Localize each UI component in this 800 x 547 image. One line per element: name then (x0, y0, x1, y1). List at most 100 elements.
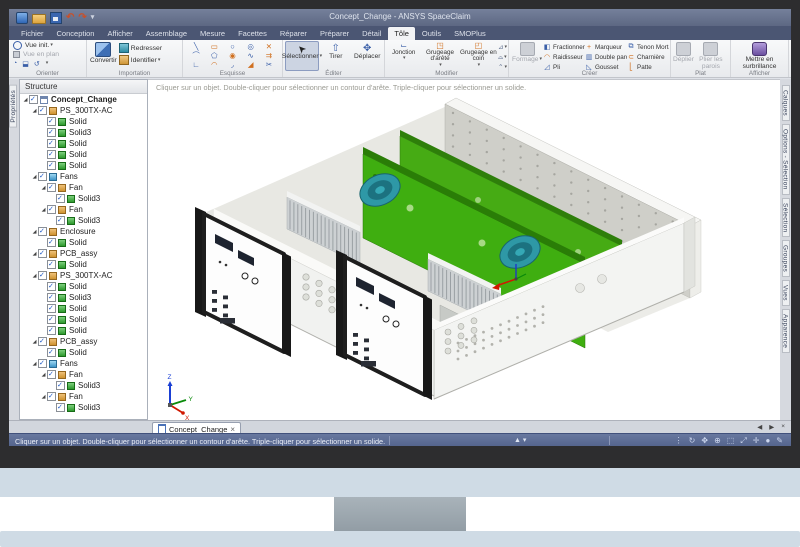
tree-item-solid3[interactable]: Solid3 (20, 380, 147, 391)
expander-icon[interactable]: ◢ (31, 273, 38, 279)
expander-icon[interactable]: ◢ (31, 361, 38, 367)
visibility-checkbox[interactable] (38, 337, 47, 346)
visibility-checkbox[interactable] (47, 370, 56, 379)
side-tab-selection[interactable]: Sélection (782, 198, 790, 237)
3d-model[interactable]: Z Y X (148, 80, 780, 421)
expander-icon[interactable]: ◢ (40, 394, 47, 400)
visibility-checkbox[interactable] (38, 359, 47, 368)
visibility-checkbox[interactable] (38, 271, 47, 280)
tree-item-solid[interactable]: Solid (20, 237, 147, 248)
tree-item-pcb-assy[interactable]: ◢PCB_assy (20, 248, 147, 259)
chamfer-icon[interactable]: ◢ (242, 60, 260, 69)
expander-icon[interactable]: ◢ (40, 185, 47, 191)
pan-icon[interactable]: ✥ (701, 436, 708, 446)
edge-notch-more-icon[interactable] (438, 63, 442, 69)
button-charniere[interactable]: ⊂Charnière (627, 52, 669, 62)
ribbon-tab-detail[interactable]: Détail (356, 27, 387, 40)
tree-item-solid3[interactable]: Solid3 (20, 402, 147, 413)
scissors-icon[interactable]: ✂ (260, 60, 278, 69)
ribbon-tab-mesure[interactable]: Mesure (194, 27, 231, 40)
expander-icon[interactable]: ◢ (22, 97, 29, 103)
plan-view-button[interactable]: Vue en plan (13, 50, 86, 59)
move-view-icon[interactable]: ✛ (753, 436, 760, 446)
tree-item-solid3[interactable]: Solid3 (20, 193, 147, 204)
visibility-checkbox[interactable] (47, 282, 56, 291)
identify-button[interactable]: Identifier (119, 55, 162, 65)
visibility-checkbox[interactable] (38, 106, 47, 115)
design-viewport[interactable]: Z Y X Cliquer sur un objet. Double-cliqu… (148, 79, 780, 420)
tree-item-pcb-assy[interactable]: ◢PCB_assy (20, 336, 147, 347)
tree-item-solid3[interactable]: Solid3 (20, 127, 147, 138)
side-tab-apparence[interactable]: Apparence (782, 309, 790, 353)
point-icon[interactable]: ◉ (223, 51, 241, 60)
ribbon-tab-tole[interactable]: Tôle (388, 27, 415, 40)
scroll-right-icon[interactable]: ▶ (769, 423, 774, 431)
visibility-checkbox[interactable] (38, 172, 47, 181)
tree-item-solid[interactable]: Solid (20, 149, 147, 160)
tree-item-solid3[interactable]: Solid3 (20, 292, 147, 303)
visibility-checkbox[interactable] (47, 293, 56, 302)
spin-icon[interactable]: ↻ (689, 436, 696, 446)
ribbon-tab-reparer[interactable]: Réparer (274, 27, 313, 40)
button-fractionner[interactable]: ◧Fractionner (543, 42, 585, 52)
warning-indicator[interactable]: ▲ ▾ (514, 436, 526, 444)
circle-icon[interactable]: ○ (223, 42, 241, 51)
line-icon[interactable]: ╲ (187, 42, 205, 51)
tree-item-solid[interactable]: Solid (20, 347, 147, 358)
ribbon-tab-facettes[interactable]: Facettes (232, 27, 273, 40)
visibility-checkbox[interactable] (47, 205, 56, 214)
polygon-icon[interactable]: ⬠ (205, 51, 223, 60)
bend-tool-icon[interactable]: ⊿ (498, 43, 507, 52)
spline-icon[interactable]: ∿ (242, 51, 260, 60)
tree-item-solid[interactable]: Solid (20, 325, 147, 336)
expander-icon[interactable]: ◢ (40, 207, 47, 213)
visibility-checkbox[interactable] (56, 194, 65, 203)
visibility-checkbox[interactable] (47, 238, 56, 247)
tree-item-fans[interactable]: ◢Fans (20, 358, 147, 369)
visibility-checkbox[interactable] (47, 161, 56, 170)
iso-view-icon[interactable]: ⬓ (22, 60, 29, 68)
tree-item-ps-300tx-ac[interactable]: ◢PS_300TX-AC (20, 270, 147, 281)
close-tab-icon[interactable]: × (781, 423, 785, 431)
rectangle-icon[interactable]: ▭ (205, 42, 223, 51)
ribbon-tab-assemblage[interactable]: Assemblage (140, 27, 193, 40)
visibility-checkbox[interactable] (47, 260, 56, 269)
ribbon-tab-preparer[interactable]: Préparer (314, 27, 355, 40)
orient-more-icon[interactable] (45, 60, 49, 67)
ribbon-tab-afficher[interactable]: Afficher (101, 27, 138, 40)
tree-item-solid3[interactable]: Solid3 (20, 215, 147, 226)
tree-item-solid[interactable]: Solid (20, 116, 147, 127)
visibility-checkbox[interactable] (56, 216, 65, 225)
tangent-arc-icon[interactable]: ◠ (205, 60, 223, 69)
move-button[interactable]: ✥ Déplacer (353, 41, 383, 71)
tree-item-concept-change[interactable]: ◢Concept_Change (20, 94, 147, 105)
tree-item-fans[interactable]: ◢Fans (20, 171, 147, 182)
visibility-checkbox[interactable] (47, 139, 56, 148)
tree-item-fan[interactable]: ◢Fan (20, 204, 147, 215)
zoom-icon[interactable]: ⊕ (714, 436, 721, 446)
visibility-checkbox[interactable] (47, 315, 56, 324)
ribbon-tab-fichier[interactable]: Fichier (15, 27, 50, 40)
visibility-checkbox[interactable] (56, 381, 65, 390)
side-tab-options-selection[interactable]: Options - Sélection (782, 124, 790, 195)
arc-icon[interactable]: ⌒ (187, 51, 205, 60)
spin-view-icon[interactable]: ↺ (34, 60, 40, 68)
visibility-checkbox[interactable] (38, 249, 47, 258)
ellipse-icon[interactable]: ◎ (242, 42, 260, 51)
visibility-checkbox[interactable] (38, 227, 47, 236)
tree-item-solid[interactable]: Solid (20, 314, 147, 325)
corner-icon[interactable]: ∟ (187, 60, 205, 69)
tree-item-solid[interactable]: Solid (20, 160, 147, 171)
visibility-checkbox[interactable] (47, 128, 56, 137)
scroll-left-icon[interactable]: ◀ (757, 423, 762, 431)
sphere-view-icon[interactable]: ● (765, 436, 770, 446)
side-tab-calques[interactable]: Calques (782, 85, 790, 121)
sphere-orient-icon[interactable]: ◔ (13, 60, 17, 67)
tree-item-enclosure[interactable]: ◢Enclosure (20, 226, 147, 237)
orient-tools[interactable]: ◔ ⬓ ↺ (13, 59, 86, 68)
button-double-paroi[interactable]: ▥Double paroi (585, 52, 627, 62)
button-marqueur[interactable]: +Marqueur (585, 42, 627, 52)
button-tenon-mortaise[interactable]: ⧉Tenon Mortaise (627, 42, 669, 52)
fit-icon[interactable]: ⤢ (740, 436, 746, 446)
select-button[interactable]: ➤ Sélectionner (285, 41, 319, 71)
